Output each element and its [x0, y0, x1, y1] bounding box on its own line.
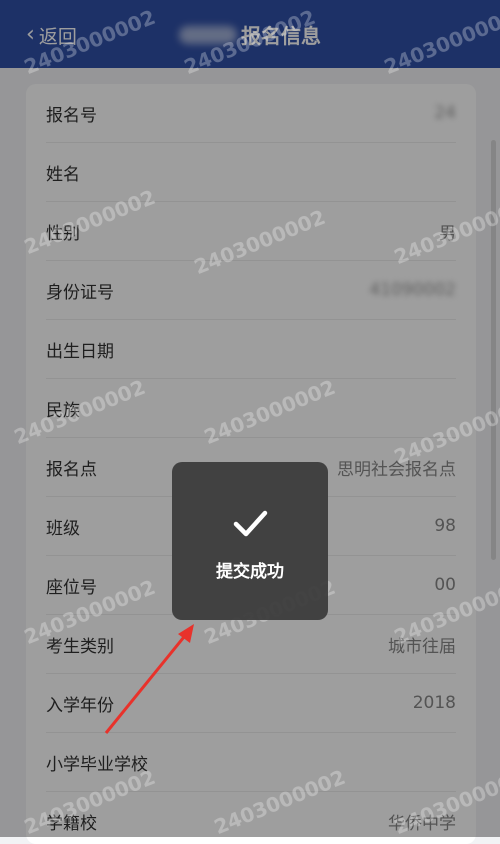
checkmark-icon [233, 510, 268, 536]
scrollbar[interactable] [491, 140, 496, 560]
modal-overlay [0, 0, 500, 837]
success-toast: 提交成功 [172, 462, 328, 620]
toast-message: 提交成功 [216, 561, 284, 582]
